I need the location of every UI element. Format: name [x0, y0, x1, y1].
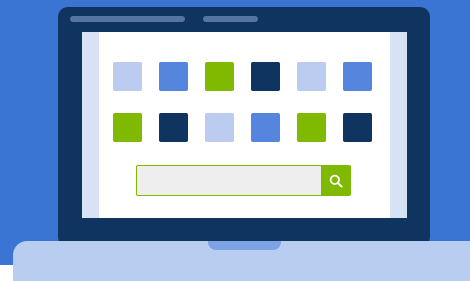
- app-tile[interactable]: [343, 113, 372, 142]
- app-tile[interactable]: [113, 113, 142, 142]
- search-input[interactable]: [137, 166, 321, 195]
- app-tile[interactable]: [343, 62, 372, 91]
- search-bar: [136, 165, 351, 196]
- app-tile[interactable]: [205, 113, 234, 142]
- app-tile[interactable]: [297, 62, 326, 91]
- search-icon: [329, 174, 343, 188]
- app-tile[interactable]: [205, 62, 234, 91]
- app-tile[interactable]: [297, 113, 326, 142]
- app-tile[interactable]: [159, 113, 188, 142]
- app-tile[interactable]: [251, 113, 280, 142]
- app-tile[interactable]: [251, 62, 280, 91]
- app-tile[interactable]: [159, 62, 188, 91]
- toolbar-bar-long: [70, 16, 185, 22]
- toolbar-bar-short: [203, 16, 258, 22]
- laptop-base-notch: [208, 241, 281, 250]
- app-tile[interactable]: [113, 62, 142, 91]
- screen-left-margin: [82, 32, 99, 218]
- search-button[interactable]: [321, 166, 350, 195]
- screen-right-margin: [390, 32, 407, 218]
